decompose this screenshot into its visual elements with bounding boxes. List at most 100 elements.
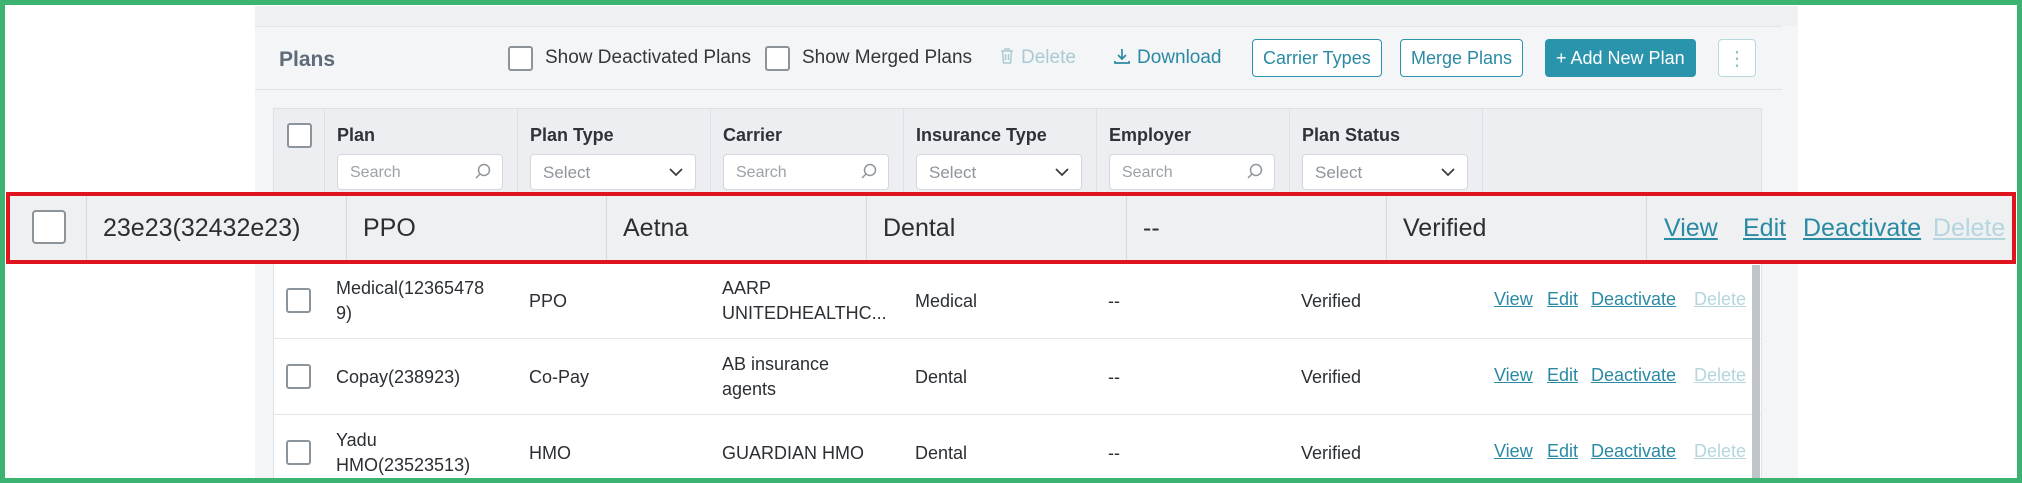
show-deactivated-label[interactable]: Show Deactivated Plans bbox=[545, 47, 751, 69]
row-carrier: AARP UNITEDHEALTHC... bbox=[722, 278, 887, 323]
insurance-type-select-value: Select bbox=[929, 163, 977, 182]
download-button[interactable]: Download bbox=[1113, 47, 1222, 69]
delete-link[interactable]: Delete bbox=[1694, 441, 1746, 462]
row-status: Verified bbox=[1301, 442, 1362, 463]
search-icon bbox=[861, 163, 877, 179]
show-merged-label[interactable]: Show Merged Plans bbox=[802, 47, 972, 69]
row-employer: -- bbox=[1126, 196, 1386, 260]
table-scrollbar[interactable] bbox=[1752, 265, 1760, 483]
add-new-plan-button[interactable]: + Add New Plan bbox=[1545, 39, 1696, 77]
row-plan: Copay(238923) bbox=[336, 366, 461, 387]
table-row: Medical(12365478 9) PPO AARP UNITEDHEALT… bbox=[274, 263, 1761, 339]
carrier-types-button[interactable]: Carrier Types bbox=[1252, 39, 1382, 77]
delete-link[interactable]: Delete bbox=[1694, 289, 1746, 310]
show-deactivated-checkbox[interactable] bbox=[508, 46, 533, 71]
chevron-down-icon bbox=[1441, 168, 1455, 177]
employer-search-input[interactable]: Search bbox=[1109, 154, 1275, 190]
row-plan: Medical(12365478 9) bbox=[336, 278, 485, 323]
column-plan-status: Plan Status Select bbox=[1289, 109, 1482, 199]
delete-link[interactable]: Delete bbox=[1694, 365, 1746, 386]
column-insurance-type: Insurance Type Select bbox=[903, 109, 1096, 199]
view-link[interactable]: View bbox=[1494, 365, 1533, 386]
employer-search-placeholder: Search bbox=[1122, 164, 1173, 181]
download-icon bbox=[1114, 49, 1130, 64]
page-title: Plans bbox=[279, 48, 336, 71]
chevron-down-icon bbox=[1055, 168, 1069, 177]
row-plan-type: Co-Pay bbox=[529, 366, 590, 387]
carrier-search-input[interactable]: Search bbox=[723, 154, 889, 190]
row-plan-type: PPO bbox=[346, 196, 606, 260]
row-insurance-type: Dental bbox=[915, 442, 968, 463]
row-employer: -- bbox=[1108, 366, 1120, 387]
column-plan-status-title: Plan Status bbox=[1302, 125, 1401, 145]
insurance-type-select[interactable]: Select bbox=[916, 154, 1082, 190]
merge-plans-button[interactable]: Merge Plans bbox=[1400, 39, 1524, 77]
column-plan-type: Plan Type Select bbox=[517, 109, 710, 199]
trash-icon bbox=[1001, 48, 1013, 64]
row-plan-type: PPO bbox=[529, 290, 568, 311]
row-insurance-type: Dental bbox=[915, 366, 968, 387]
row-checkbox[interactable] bbox=[286, 364, 311, 389]
row-insurance-type: Medical bbox=[915, 290, 978, 311]
row-employer: -- bbox=[1108, 442, 1120, 463]
deactivate-link[interactable]: Deactivate bbox=[1803, 214, 1921, 243]
column-carrier: Carrier Search bbox=[710, 109, 903, 199]
edit-link[interactable]: Edit bbox=[1547, 365, 1578, 386]
row-plan: Yadu HMO(23523513) bbox=[336, 430, 471, 475]
row-status: Verified bbox=[1301, 366, 1362, 387]
edit-link[interactable]: Edit bbox=[1547, 289, 1578, 310]
row-insurance-type: Dental bbox=[866, 196, 1126, 260]
column-plan: Plan Search bbox=[324, 109, 517, 199]
column-plan-type-title: Plan Type bbox=[530, 125, 614, 145]
edit-link[interactable]: Edit bbox=[1547, 441, 1578, 462]
select-all-checkbox[interactable] bbox=[287, 123, 312, 148]
row-status: Verified bbox=[1301, 290, 1362, 311]
search-icon bbox=[475, 163, 491, 179]
column-actions bbox=[1482, 109, 1761, 199]
carrier-search-placeholder: Search bbox=[736, 164, 787, 181]
deactivate-link[interactable]: Deactivate bbox=[1591, 441, 1676, 462]
column-plan-title: Plan bbox=[337, 125, 376, 145]
view-link[interactable]: View bbox=[1664, 214, 1718, 243]
delete-button[interactable]: Delete bbox=[999, 47, 1076, 69]
plan-status-select-value: Select bbox=[1315, 163, 1363, 182]
panel-top-strip bbox=[255, 6, 1798, 26]
plans-toolbar: Plans Show Deactivated Plans Show Merged… bbox=[255, 26, 1782, 90]
delete-link[interactable]: Delete bbox=[1933, 214, 2005, 243]
delete-label: Delete bbox=[1021, 47, 1076, 68]
column-insurance-type-title: Insurance Type bbox=[916, 125, 1047, 145]
plan-status-select[interactable]: Select bbox=[1302, 154, 1468, 190]
plan-type-select[interactable]: Select bbox=[530, 154, 696, 190]
view-link[interactable]: View bbox=[1494, 441, 1533, 462]
plan-search-input[interactable]: Search bbox=[337, 154, 503, 190]
row-checkbox[interactable] bbox=[32, 210, 66, 244]
column-carrier-title: Carrier bbox=[723, 125, 783, 145]
row-carrier: AB insurance agents bbox=[722, 354, 830, 399]
row-plan: 23e23(32432e23) bbox=[86, 196, 346, 260]
show-merged-checkbox[interactable] bbox=[765, 46, 790, 71]
plans-table: Plan Search Plan Type Select Carrier Sea… bbox=[273, 108, 1762, 483]
row-employer: -- bbox=[1108, 290, 1120, 311]
column-employer-title: Employer bbox=[1109, 125, 1192, 145]
deactivate-link[interactable]: Deactivate bbox=[1591, 289, 1676, 310]
table-header: Plan Search Plan Type Select Carrier Sea… bbox=[274, 109, 1761, 199]
plan-type-select-value: Select bbox=[543, 163, 591, 182]
chevron-down-icon bbox=[669, 168, 683, 177]
row-checkbox[interactable] bbox=[286, 440, 311, 465]
table-row: Copay(238923) Co-Pay AB insurance agents… bbox=[274, 339, 1761, 415]
more-options-icon[interactable]: ⋮ bbox=[1718, 39, 1756, 77]
view-link[interactable]: View bbox=[1494, 289, 1533, 310]
deactivate-link[interactable]: Deactivate bbox=[1591, 365, 1676, 386]
edit-link[interactable]: Edit bbox=[1743, 214, 1786, 243]
download-label: Download bbox=[1137, 47, 1222, 68]
table-row: Yadu HMO(23523513) HMO GUARDIAN HMO Dent… bbox=[274, 415, 1761, 482]
column-employer: Employer Search bbox=[1096, 109, 1289, 199]
row-carrier: Aetna bbox=[606, 196, 866, 260]
highlighted-row-zoom: 23e23(32432e23) PPO Aetna Dental -- Veri… bbox=[6, 192, 2016, 264]
search-icon bbox=[1247, 163, 1263, 179]
row-plan-type: HMO bbox=[529, 442, 571, 463]
row-carrier: GUARDIAN HMO bbox=[722, 442, 865, 463]
row-checkbox[interactable] bbox=[286, 288, 311, 313]
plan-search-placeholder: Search bbox=[350, 164, 401, 181]
row-status: Verified bbox=[1386, 196, 1646, 260]
